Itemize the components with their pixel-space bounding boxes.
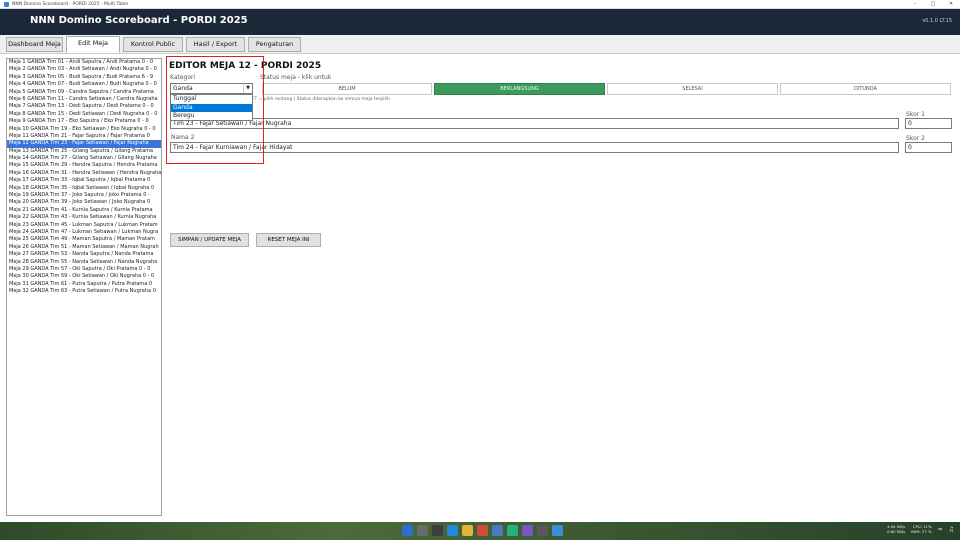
tab-pengaturan[interactable]: Pengaturan — [248, 37, 301, 52]
list-item[interactable]: Meja 25 GANDA Tim 49 - Maman Saputra / M… — [7, 236, 161, 243]
list-item[interactable]: Meja 13 GANDA Tim 25 - Gilang Saputra / … — [7, 148, 161, 155]
list-item[interactable]: Meja 9 GANDA Tim 17 - Eko Saputra / Eko … — [7, 118, 161, 125]
meja-list[interactable]: Meja 1 GANDA Tim 01 - Andi Saputra / And… — [6, 58, 162, 516]
volume-icon[interactable]: ♫ — [949, 526, 954, 533]
list-item[interactable]: Meja 29 GANDA Tim 57 - Oki Saputra / Oki… — [7, 266, 161, 273]
start-icon[interactable] — [402, 525, 413, 536]
network-speed: 4.94 KB/s 0.60 KB/s — [887, 524, 906, 534]
nama2-input[interactable]: Tim 24 - Fajar Kurniawan / Fajar Hidayat — [170, 142, 899, 153]
list-item[interactable]: Meja 19 GANDA Tim 37 - Joko Saputra / Jo… — [7, 192, 161, 199]
chevron-down-icon[interactable]: ▼ — [243, 84, 252, 93]
status-label: Status meja - klik untuk — [260, 74, 332, 81]
list-item[interactable]: Meja 27 GANDA Tim 53 - Nanda Saputra / N… — [7, 251, 161, 258]
taskbar: 4.94 KB/s 0.60 KB/s CPU: 11% RAM: 27 % ≈… — [0, 522, 960, 540]
list-item[interactable]: Meja 4 GANDA Tim 07 - Budi Setiawan / Bu… — [7, 81, 161, 88]
skor2-label: Skor 2 — [906, 135, 925, 142]
app-icon — [4, 1, 9, 7]
tab-edit-meja[interactable]: Edit Meja — [66, 36, 120, 53]
editor-title: EDITOR MEJA 12 - PORDI 2025 — [169, 61, 322, 71]
app-header: NNN Domino Scoreboard - PORDI 2025 v0.1.… — [0, 9, 960, 35]
status-hint: FT = pilih rentang | Status diterapkan k… — [252, 97, 390, 102]
vscode-icon[interactable] — [522, 525, 533, 536]
list-item[interactable]: Meja 14 GANDA Tim 27 - Gilang Setiawan /… — [7, 155, 161, 162]
window-controls: – □ ✕ — [906, 0, 960, 9]
list-item[interactable]: Meja 12 GANDA Tim 23 - Fajar Setiawan / … — [7, 140, 161, 148]
window-title: NNN Domino Scoreboard - PORDI 2025 - Mul… — [12, 1, 129, 7]
tab-dashboard-meja[interactable]: Dashboard Meja — [6, 37, 63, 52]
folder-icon[interactable] — [462, 525, 473, 536]
kategori-select[interactable]: Ganda ▼ — [170, 83, 253, 94]
nama1-input[interactable]: Tim 23 - Fajar Setiawan / Fajar Nugraha — [170, 118, 899, 129]
list-item[interactable]: Meja 32 GANDA Tim 63 - Putra Setiawan / … — [7, 288, 161, 295]
python-icon[interactable] — [552, 525, 563, 536]
list-item[interactable]: Meja 28 GANDA Tim 55 - Nanda Setiawan / … — [7, 259, 161, 266]
store-icon[interactable] — [492, 525, 503, 536]
list-item[interactable]: Meja 23 GANDA Tim 45 - Lukman Saputra / … — [7, 222, 161, 229]
version-label: v0.1.0 LT.15 — [922, 18, 952, 24]
status-ditunda-button[interactable]: DITUNDA — [780, 83, 951, 95]
list-item[interactable]: Meja 18 GANDA Tim 35 - Iqbal Setiawan / … — [7, 185, 161, 192]
chrome-icon[interactable] — [477, 525, 488, 536]
taskbar-apps — [402, 525, 563, 536]
search-icon[interactable] — [417, 525, 428, 536]
list-item[interactable]: Meja 7 GANDA Tim 13 - Dedi Saputra / Ded… — [7, 103, 161, 110]
option-beregu[interactable]: Beregu — [171, 112, 252, 121]
app-icon-running[interactable] — [507, 525, 518, 536]
status-belum-button[interactable]: BELUM — [262, 83, 432, 95]
option-ganda[interactable]: Ganda — [171, 103, 252, 112]
edge-icon[interactable] — [447, 525, 458, 536]
status-selesai-button[interactable]: SELESAI — [607, 83, 778, 95]
list-item[interactable]: Meja 2 GANDA Tim 03 - Andi Setiawan / An… — [7, 66, 161, 73]
reset-button[interactable]: RESET MEJA INI — [256, 233, 321, 247]
list-item[interactable]: Meja 1 GANDA Tim 01 - Andi Saputra / And… — [7, 59, 161, 66]
list-item[interactable]: Meja 15 GANDA Tim 29 - Hendra Saputra / … — [7, 162, 161, 169]
window-titlebar: NNN Domino Scoreboard - PORDI 2025 - Mul… — [0, 0, 960, 9]
list-item[interactable]: Meja 5 GANDA Tim 09 - Candra Saputra / C… — [7, 89, 161, 96]
nama2-label: Nama 2 — [171, 134, 195, 141]
tab-hasil-export[interactable]: Hasil / Export — [186, 37, 245, 52]
list-item[interactable]: Meja 3 GANDA Tim 05 - Budi Saputra / Bud… — [7, 74, 161, 81]
list-item[interactable]: Meja 30 GANDA Tim 59 - Oki Setiawan / Ok… — [7, 273, 161, 280]
list-item[interactable]: Meja 11 GANDA Tim 21 - Fajar Saputra / F… — [7, 133, 161, 140]
kategori-value: Ganda — [173, 85, 193, 92]
system-tray: 4.94 KB/s 0.60 KB/s CPU: 11% RAM: 27 % ≈… — [887, 524, 954, 534]
skor1-input[interactable]: 0 — [905, 118, 952, 129]
list-item[interactable]: Meja 20 GANDA Tim 39 - Joko Setiawan / J… — [7, 199, 161, 206]
minimize-icon[interactable]: – — [906, 0, 924, 9]
main-tabs: Dashboard Meja Edit Meja Kontrol Public … — [0, 36, 960, 53]
list-item[interactable]: Meja 16 GANDA Tim 31 - Hendra Setiawan /… — [7, 170, 161, 177]
skor2-input[interactable]: 0 — [905, 142, 952, 153]
save-button[interactable]: SIMPAN / UPDATE MEJA — [170, 233, 249, 247]
close-icon[interactable]: ✕ — [942, 0, 960, 9]
kategori-dropdown: Tunggal Ganda Beregu — [170, 94, 253, 121]
list-item[interactable]: Meja 22 GANDA Tim 43 - Kurnia Setiawan /… — [7, 214, 161, 221]
wifi-icon[interactable]: ≈ — [938, 526, 943, 533]
list-item[interactable]: Meja 10 GANDA Tim 19 - Eko Setiawan / Ek… — [7, 126, 161, 133]
list-item[interactable]: Meja 31 GANDA Tim 61 - Putra Saputra / P… — [7, 281, 161, 288]
kategori-label: Kategori — [170, 74, 196, 81]
skor1-label: Skor 1 — [906, 111, 925, 118]
list-item[interactable]: Meja 8 GANDA Tim 15 - Dedi Setiawan / De… — [7, 111, 161, 118]
list-item[interactable]: Meja 24 GANDA Tim 47 - Lukman Setiawan /… — [7, 229, 161, 236]
list-item[interactable]: Meja 26 GANDA Tim 51 - Maman Setiawan / … — [7, 244, 161, 251]
maximize-icon[interactable]: □ — [924, 0, 942, 9]
list-item[interactable]: Meja 6 GANDA Tim 11 - Candra Setiawan / … — [7, 96, 161, 103]
list-item[interactable]: Meja 17 GANDA Tim 33 - Iqbal Saputra / I… — [7, 177, 161, 184]
status-berlangsung-button[interactable]: BERLANGSUNG — [434, 83, 605, 95]
list-item[interactable]: Meja 21 GANDA Tim 41 - Kurnia Saputra / … — [7, 207, 161, 214]
tab-kontrol-public[interactable]: Kontrol Public — [123, 37, 183, 52]
option-tunggal[interactable]: Tunggal — [171, 95, 252, 104]
terminal-icon[interactable] — [537, 525, 548, 536]
app-title: NNN Domino Scoreboard - PORDI 2025 — [30, 15, 248, 26]
resource-meter: CPU: 11% RAM: 27 % — [911, 524, 932, 534]
task-view-icon[interactable] — [432, 525, 443, 536]
